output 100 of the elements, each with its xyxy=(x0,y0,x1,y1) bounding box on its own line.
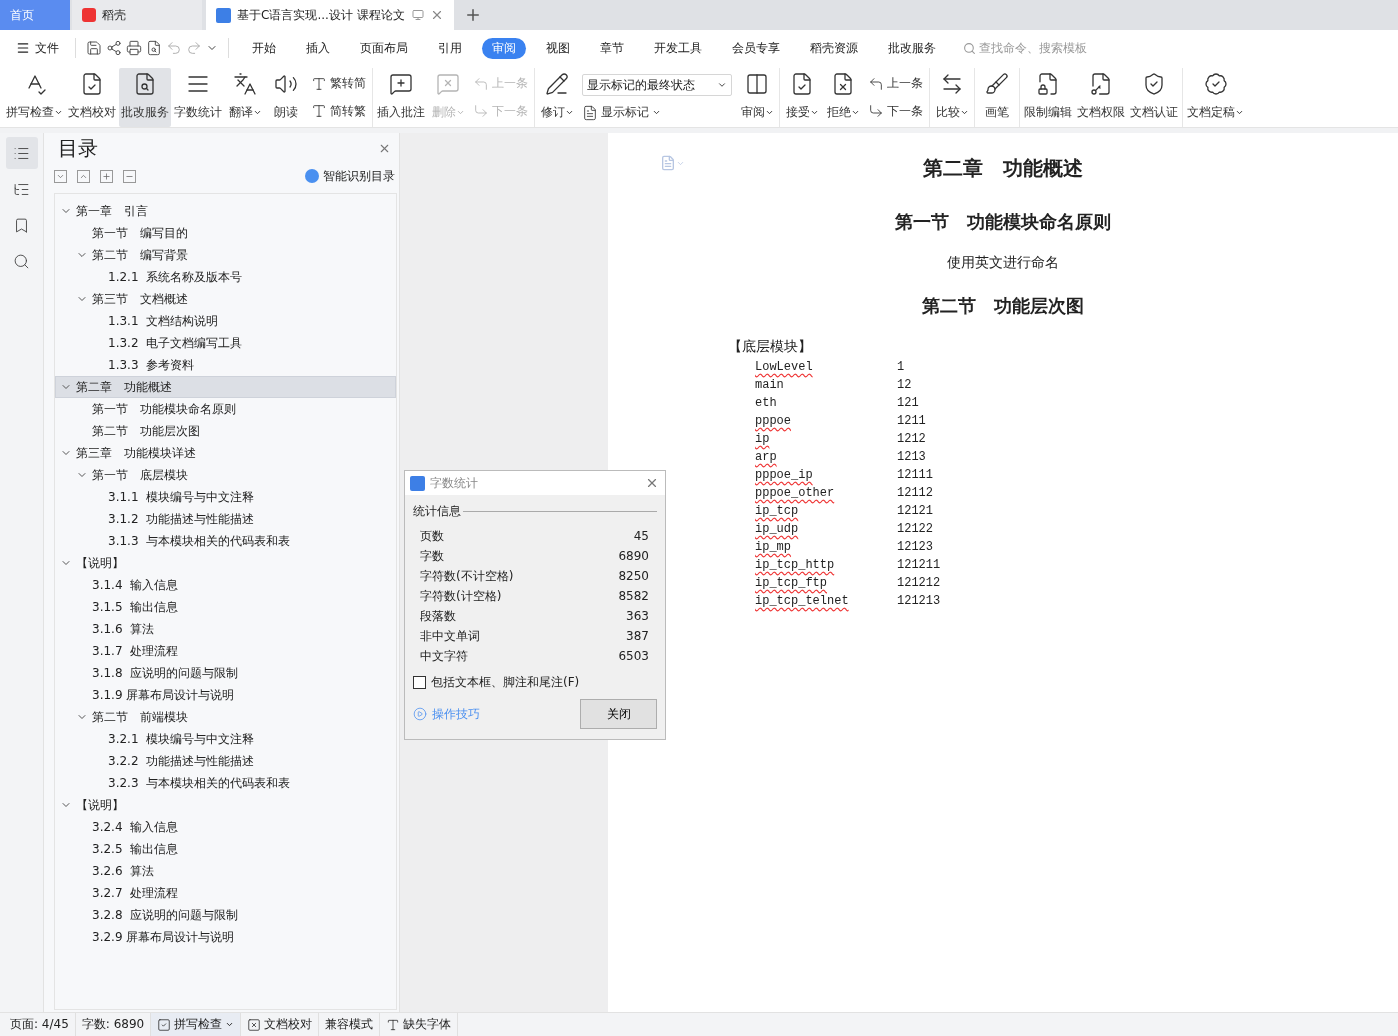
toc-item[interactable]: 3.2.5 输出信息 xyxy=(55,838,396,860)
ribbon-button[interactable]: 拼写检查 xyxy=(4,68,65,127)
preview-icon[interactable] xyxy=(146,40,162,56)
section-label: 统计信息 xyxy=(413,503,461,520)
toc-item[interactable]: 3.1.4 输入信息 xyxy=(55,574,396,596)
ribbon-button[interactable]: 繁转简 xyxy=(311,75,366,93)
toc-item[interactable]: 3.2.1 模块编号与中文注释 xyxy=(55,728,396,750)
toc-item[interactable]: 1.3.3 参考资料 xyxy=(55,354,396,376)
ribbon-tab[interactable]: 开发工具 xyxy=(644,37,712,59)
ribbon-button[interactable]: 显示标记 xyxy=(582,104,732,121)
close-icon[interactable] xyxy=(430,8,444,22)
toc-item[interactable]: 3.1.6 算法 xyxy=(55,618,396,640)
ribbon-tab[interactable]: 稻壳资源 xyxy=(800,37,868,59)
toc-item[interactable]: 1.2.1 系统名称及版本号 xyxy=(55,266,396,288)
ribbon-tab[interactable]: 引用 xyxy=(428,37,472,59)
share-icon[interactable] xyxy=(106,40,122,56)
redo-icon[interactable] xyxy=(186,40,202,56)
ribbon-tab[interactable]: 页面布局 xyxy=(350,37,418,59)
markup-select[interactable]: 显示标记的最终状态 xyxy=(582,74,732,96)
monitor-icon[interactable] xyxy=(412,9,424,21)
toc-item[interactable]: 3.2.9 屏幕布局设计与说明 xyxy=(55,926,396,948)
section-heading: 第二节 功能层次图 xyxy=(922,295,1084,318)
printer-icon[interactable] xyxy=(126,40,142,56)
plus-icon[interactable] xyxy=(100,169,113,183)
ribbon-button[interactable]: 简转繁 xyxy=(311,102,366,120)
toc-item[interactable]: 第一节 功能模块命名原则 xyxy=(55,398,396,420)
ribbon-button[interactable]: 接受 xyxy=(782,68,822,127)
toc-item[interactable]: 第一节 底层模块 xyxy=(55,464,396,486)
ribbon-button[interactable]: 翻译 xyxy=(225,68,265,127)
expand-down-icon[interactable] xyxy=(54,169,67,183)
toc-item[interactable]: 【说明】 xyxy=(55,552,396,574)
close-icon[interactable] xyxy=(645,476,659,490)
ribbon-button[interactable]: 限制编辑 xyxy=(1022,68,1074,127)
toc-item[interactable]: 第一节 编写目的 xyxy=(55,222,396,244)
ribbon-button[interactable]: 批改服务 xyxy=(119,68,171,127)
ribbon-button[interactable]: 画笔 xyxy=(977,68,1017,127)
ribbon-button[interactable]: 文档认证 xyxy=(1128,68,1180,127)
toc-item[interactable]: 1.3.2 电子文档编写工具 xyxy=(55,332,396,354)
toc-item[interactable]: 3.1.9 屏幕布局设计与说明 xyxy=(55,684,396,706)
ribbon-button[interactable]: 上一条 xyxy=(868,75,923,93)
caret-icon xyxy=(764,108,774,117)
toc-item[interactable]: 3.1.8 应说明的问题与限制 xyxy=(55,662,396,684)
toc-item[interactable]: 第二节 前端模块 xyxy=(55,706,396,728)
ribbon-button[interactable]: 朗读 xyxy=(266,68,306,127)
ribbon-button[interactable]: 审阅 xyxy=(737,68,777,127)
document-tab[interactable]: 基于C语言实现...设计 课程论文 xyxy=(206,0,454,30)
caret-icon xyxy=(652,108,661,117)
ribbon-tab[interactable]: 会员专享 xyxy=(722,37,790,59)
close-button[interactable]: 关闭 xyxy=(580,699,657,729)
ribbon-tab[interactable]: 开始 xyxy=(242,37,286,59)
ribbon-tab[interactable]: 审阅 xyxy=(482,37,526,59)
caret-icon xyxy=(564,108,574,117)
add-tab-icon[interactable] xyxy=(464,6,482,24)
sidebar-button[interactable] xyxy=(5,137,38,169)
toc-item[interactable]: 3.2.4 输入信息 xyxy=(55,816,396,838)
toc-item[interactable]: 3.1.2 功能描述与性能描述 xyxy=(55,508,396,530)
collapse-up-icon[interactable] xyxy=(77,169,90,183)
module-name: pppoe_other xyxy=(755,486,836,500)
ribbon-tab[interactable]: 插入 xyxy=(296,37,340,59)
ribbon-button[interactable]: 文档校对 xyxy=(66,68,118,127)
toc-item[interactable]: 3.1.1 模块编号与中文注释 xyxy=(55,486,396,508)
checkbox[interactable] xyxy=(413,676,426,689)
toc-item[interactable]: 1.3.1 文档结构说明 xyxy=(55,310,396,332)
spell-check-button[interactable]: 拼写检查 xyxy=(151,1013,242,1036)
ribbon-tab[interactable]: 章节 xyxy=(590,37,634,59)
toc-item[interactable]: 3.2.6 算法 xyxy=(55,860,396,882)
toc-item[interactable]: 第三章 功能模块详述 xyxy=(55,442,396,464)
smart-toc-link[interactable]: 智能识别目录 xyxy=(305,167,395,185)
toc-item[interactable]: 【说明】 xyxy=(55,794,396,816)
ribbon-tab[interactable]: 视图 xyxy=(536,37,580,59)
toc-item[interactable]: 3.2.7 处理流程 xyxy=(55,882,396,904)
toc-item[interactable]: 第三节 文档概述 xyxy=(55,288,396,310)
ribbon-tab[interactable]: 批改服务 xyxy=(878,37,946,59)
ribbon-button[interactable]: 文档权限 xyxy=(1075,68,1127,127)
ribbon-button[interactable]: 字数统计 xyxy=(172,68,224,127)
document-tab[interactable]: 稻壳 xyxy=(72,0,202,30)
toc-item[interactable]: 第二节 功能层次图 xyxy=(55,420,396,442)
module-code: 12121 xyxy=(897,504,934,518)
toc-item[interactable]: 3.2.8 应说明的问题与限制 xyxy=(55,904,396,926)
save-icon[interactable] xyxy=(86,40,102,56)
toc-item[interactable]: 3.2.3 与本模块相关的代码表和表 xyxy=(55,772,396,794)
missing-fonts-button[interactable]: 缺失字体 xyxy=(380,1013,459,1036)
module-name: eth xyxy=(755,396,778,410)
ribbon-button[interactable]: 比较 xyxy=(932,68,972,127)
toc-item[interactable]: 3.2.2 功能描述与性能描述 xyxy=(55,750,396,772)
file-menu[interactable]: 文件 xyxy=(10,39,65,57)
ribbon-button[interactable]: 文档定稿 xyxy=(1185,68,1246,127)
toc-item[interactable]: 第二章 功能概述 xyxy=(55,376,396,398)
ribbon-button[interactable]: 插入批注 xyxy=(375,68,427,127)
toc-item[interactable]: 第二节 编写背景 xyxy=(55,244,396,266)
ribbon-button[interactable]: 修订 xyxy=(537,68,577,127)
toc-item[interactable]: 3.1.3 与本模块相关的代码表和表 xyxy=(55,530,396,552)
toc-item[interactable]: 第一章 引言 xyxy=(55,200,396,222)
document-search-icon xyxy=(133,72,157,96)
toc-item[interactable]: 3.1.7 处理流程 xyxy=(55,640,396,662)
proofread-button[interactable]: 文档校对 xyxy=(241,1013,320,1036)
ribbon-button[interactable]: 拒绝 xyxy=(823,68,863,127)
ribbon-button[interactable]: 下一条 xyxy=(868,102,923,120)
minus-icon[interactable] xyxy=(123,169,136,183)
toc-item[interactable]: 3.1.5 输出信息 xyxy=(55,596,396,618)
